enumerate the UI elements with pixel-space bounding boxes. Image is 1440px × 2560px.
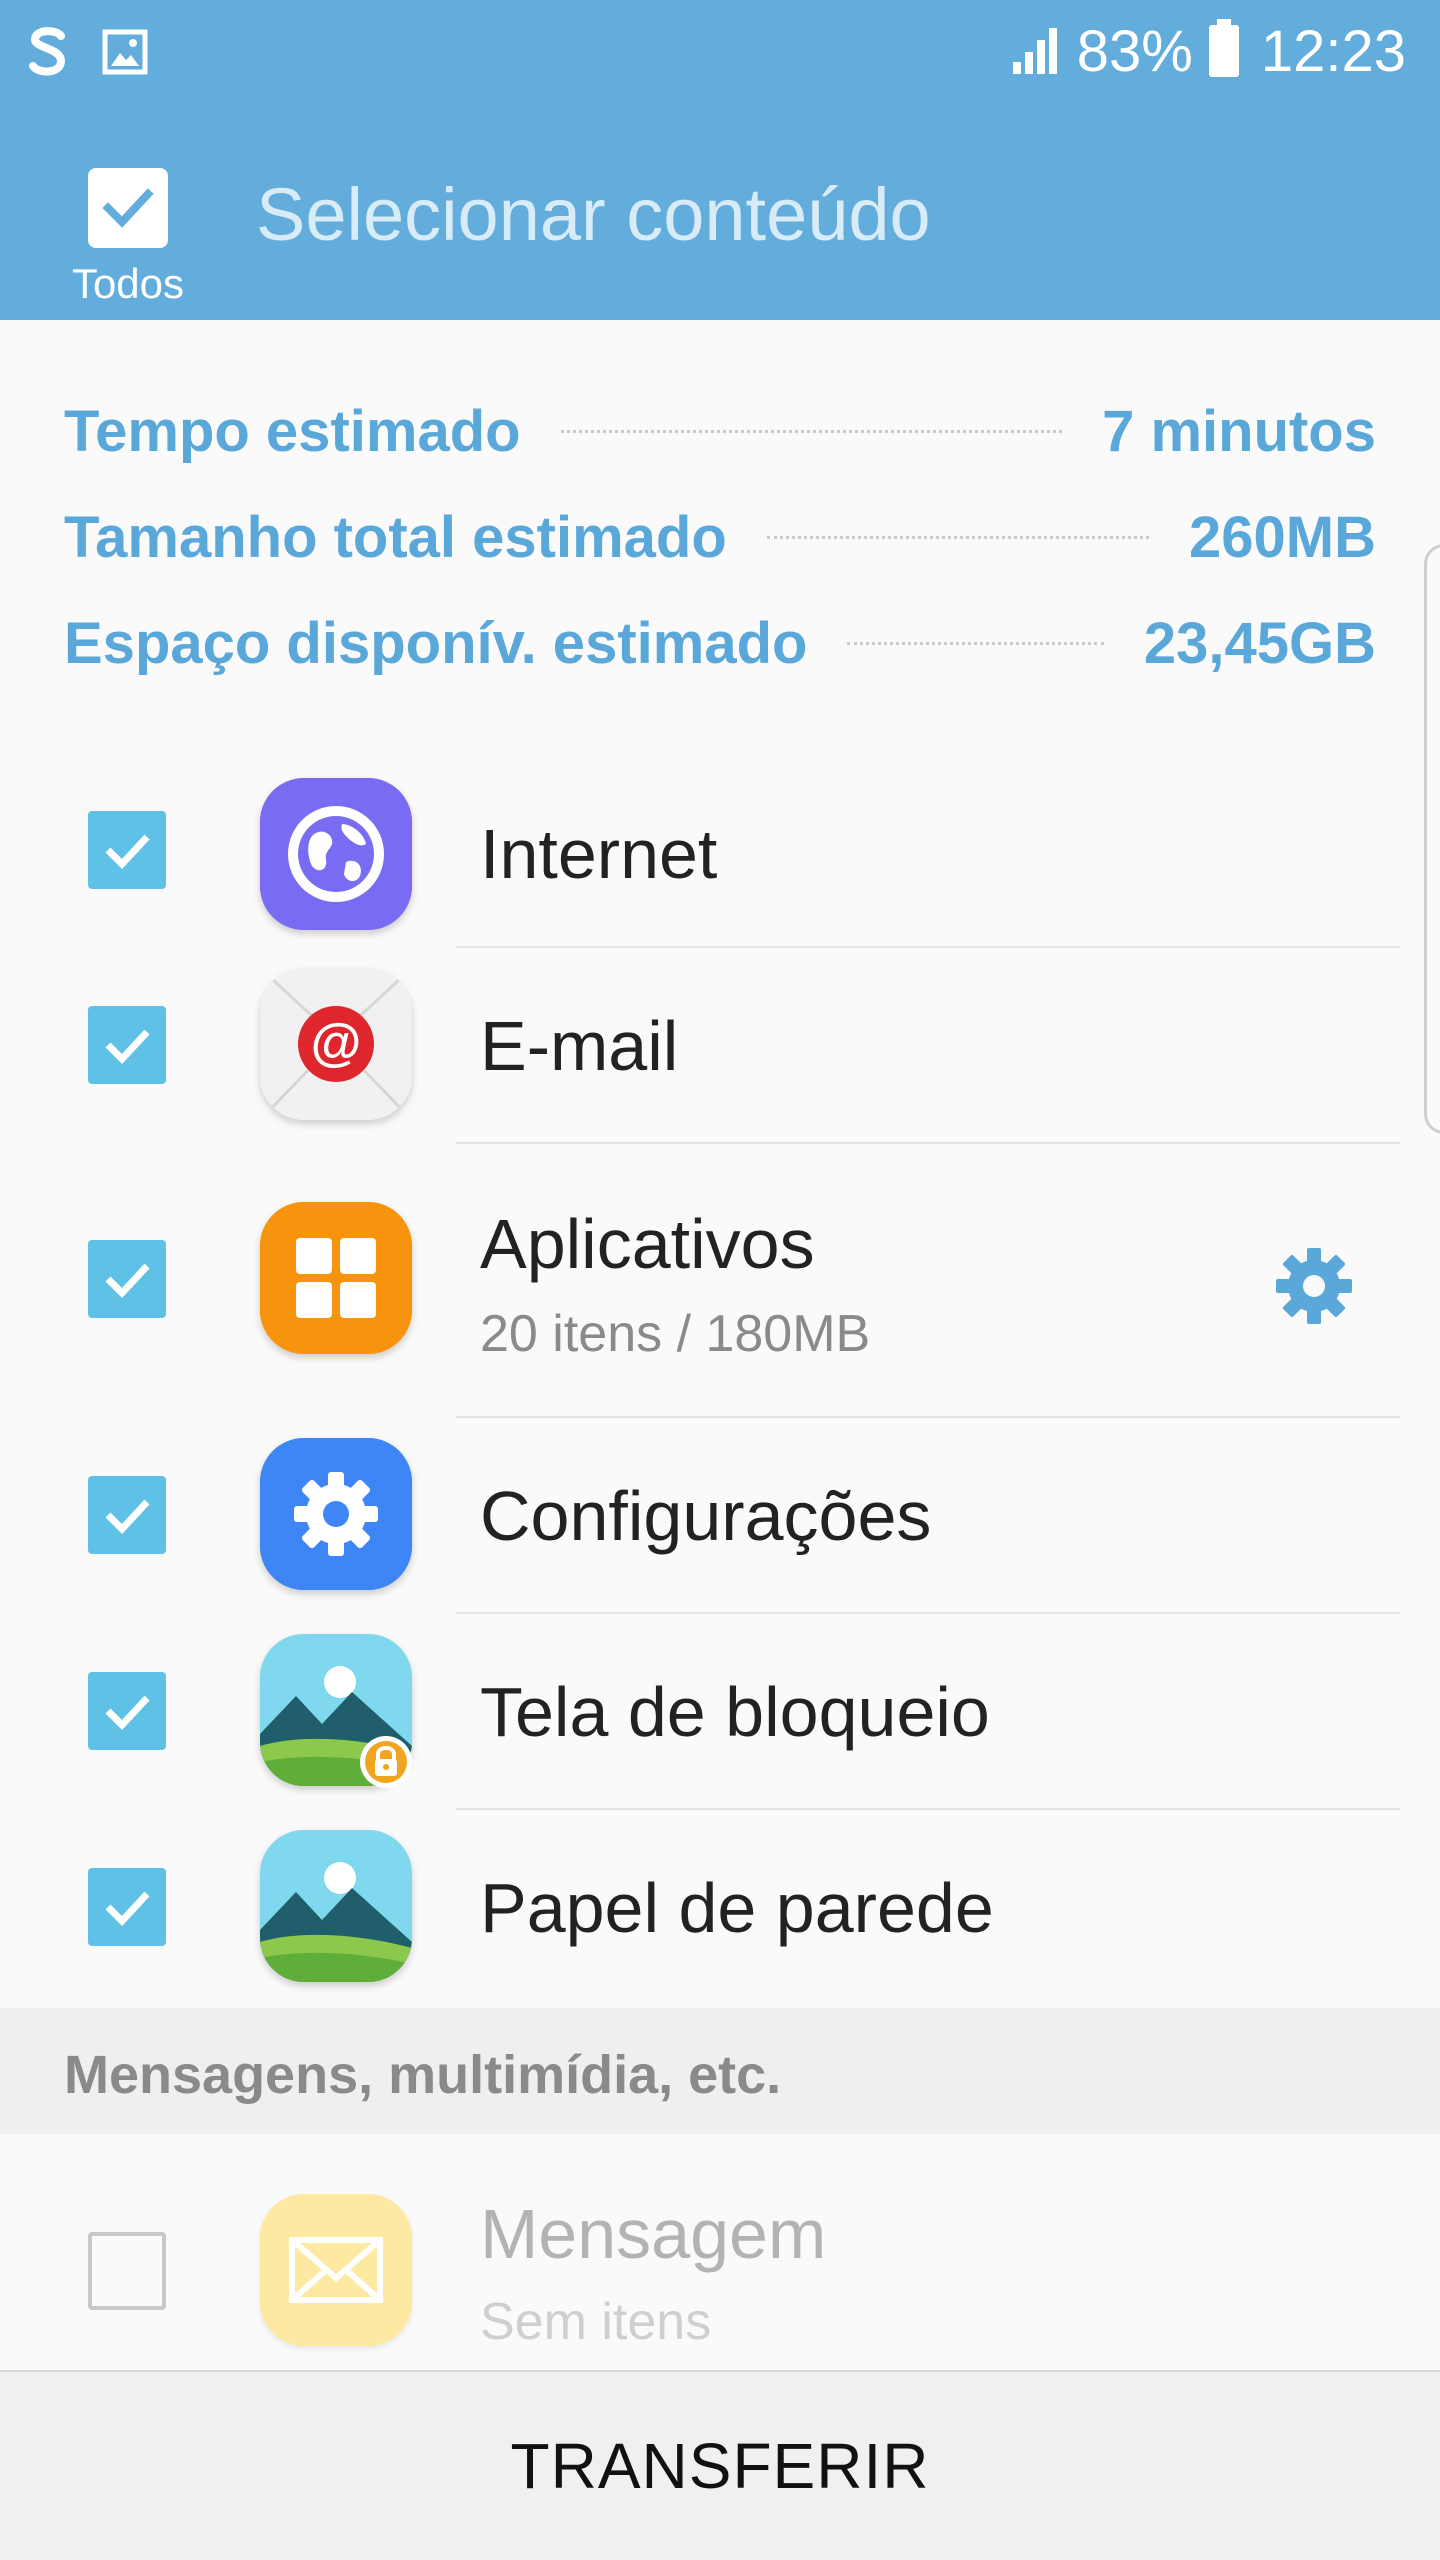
- battery-percentage: 83%: [1076, 18, 1193, 84]
- item-checkbox[interactable]: [88, 1868, 166, 1946]
- dotted-leader: [766, 535, 1150, 539]
- check-icon: [105, 1695, 150, 1731]
- list-item-settings[interactable]: Configurações: [0, 1418, 1440, 1612]
- internet-globe-icon: [260, 778, 412, 930]
- apps-grid-icon: [260, 1202, 412, 1354]
- item-title: E-mail: [480, 1007, 679, 1085]
- section-header-label: Mensagens, multimídia, etc.: [64, 2045, 782, 2105]
- apps-settings-button[interactable]: [1264, 1236, 1364, 1336]
- gallery-notification-icon: [102, 29, 148, 75]
- check-icon: [102, 188, 154, 228]
- check-icon: [105, 1029, 150, 1065]
- dotted-leader: [847, 641, 1104, 645]
- select-all-checkbox[interactable]: [88, 168, 168, 248]
- item-checkbox[interactable]: [88, 1476, 166, 1554]
- summary-value: 260MB: [1189, 504, 1376, 570]
- page-title: Selecionar conteúdo: [256, 173, 931, 256]
- summary-total-size: Tamanho total estimado 260MB: [64, 502, 1376, 572]
- list-item-internet[interactable]: Internet: [0, 766, 1440, 946]
- item-checkbox[interactable]: [88, 811, 166, 889]
- list-item-apps[interactable]: Aplicativos 20 itens / 180MB: [0, 1144, 1440, 1416]
- summary-label: Tempo estimado: [64, 398, 521, 464]
- list-item-lockscreen[interactable]: Tela de bloqueio: [0, 1614, 1440, 1808]
- summary-estimated-time: Tempo estimado 7 minutos: [64, 396, 1376, 466]
- list-item-message[interactable]: Mensagem Sem itens: [0, 2134, 1440, 2370]
- item-checkbox[interactable]: [88, 1006, 166, 1084]
- summary-value: 7 minutos: [1102, 398, 1376, 464]
- list-item-email[interactable]: @ E-mail: [0, 948, 1440, 1142]
- item-title: Configurações: [480, 1477, 932, 1555]
- summary-label: Tamanho total estimado: [64, 504, 727, 570]
- item-checkbox[interactable]: [88, 2232, 166, 2310]
- svg-text:@: @: [311, 1014, 362, 1072]
- check-icon: [105, 1263, 150, 1299]
- status-time: 12:23: [1260, 18, 1406, 84]
- samsung-s-icon: [29, 27, 66, 76]
- select-all-label: Todos: [71, 260, 185, 307]
- summary-label: Espaço disponív. estimado: [64, 610, 808, 676]
- status-right: 83% 12:23: [1011, 18, 1406, 84]
- item-subtitle: Sem itens: [480, 2293, 712, 2351]
- lock-badge-icon: [360, 1736, 412, 1788]
- transfer-button[interactable]: TRANSFERIR: [0, 2370, 1440, 2560]
- summary-available-space: Espaço disponív. estimado 23,45GB: [64, 608, 1376, 678]
- list-item-wallpaper[interactable]: Papel de parede: [0, 1810, 1440, 2006]
- transfer-button-label: TRANSFERIR: [510, 2430, 930, 2502]
- check-icon: [105, 1891, 150, 1927]
- check-icon: [105, 1499, 150, 1535]
- item-checkbox[interactable]: [88, 1240, 166, 1318]
- summary-value: 23,45GB: [1143, 610, 1376, 676]
- status-left-icons: [28, 20, 148, 84]
- select-all-toggle[interactable]: Todos: [40, 160, 216, 308]
- section-header: Mensagens, multimídia, etc.: [0, 2008, 1440, 2134]
- app-bar: 83% 12:23 Todos Selecionar conteúdo: [0, 0, 1440, 320]
- message-envelope-icon: [260, 2194, 412, 2346]
- dotted-leader: [560, 429, 1063, 433]
- settings-gear-icon: [260, 1438, 412, 1590]
- item-subtitle: 20 itens / 180MB: [480, 1305, 871, 1363]
- check-icon: [105, 834, 150, 870]
- signal-icon: [1012, 28, 1057, 74]
- wallpaper-landscape-icon: [260, 1830, 412, 1982]
- item-title: Tela de bloqueio: [480, 1673, 990, 1751]
- gear-icon: [1276, 1248, 1352, 1324]
- email-at-icon: @: [260, 968, 412, 1120]
- item-checkbox[interactable]: [88, 1672, 166, 1750]
- item-title: Papel de parede: [480, 1869, 994, 1947]
- item-title: Aplicativos: [480, 1205, 815, 1283]
- item-title: Mensagem: [480, 2195, 827, 2273]
- item-title: Internet: [480, 815, 718, 893]
- battery-icon: [1208, 19, 1239, 77]
